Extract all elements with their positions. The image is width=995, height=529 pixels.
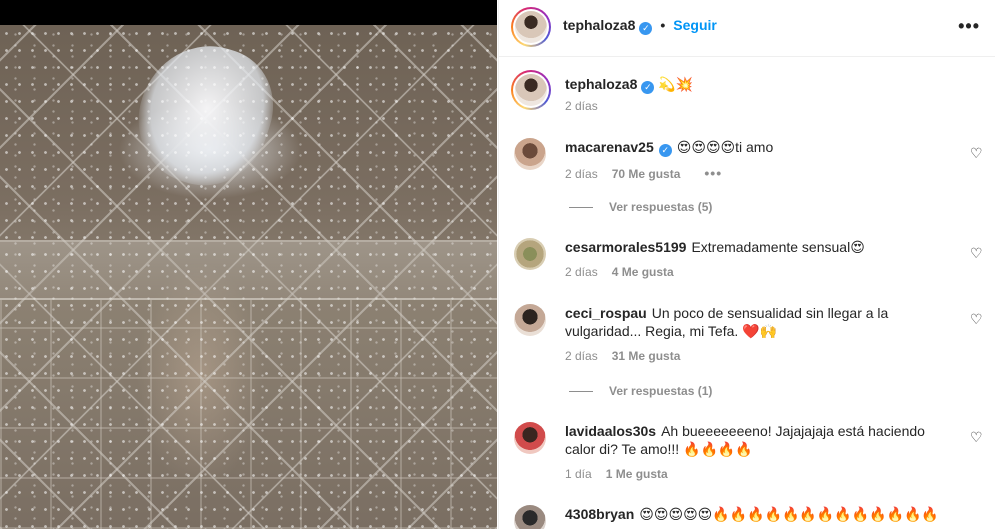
comment-likes[interactable]: 31 Me gusta	[612, 349, 681, 363]
caption-username[interactable]: tephaloza8	[565, 76, 637, 92]
view-replies-label: Ver respuestas (1)	[609, 384, 713, 398]
comment-username[interactable]: ceci_rospau	[565, 305, 647, 321]
verified-icon: ✓	[639, 22, 653, 35]
comment-avatar[interactable]	[514, 138, 546, 170]
comment-text: Extremadamente sensual😍	[691, 239, 865, 255]
author-row: tephaloza8 ✓ • Seguir	[563, 17, 717, 35]
comment-text: 😍😍😍😍😍🔥🔥🔥🔥🔥🔥🔥🔥🔥🔥🔥🔥🔥	[639, 506, 939, 522]
comment-time[interactable]: 1 día	[565, 467, 592, 481]
comment-username[interactable]: macarenav25	[565, 139, 654, 155]
like-heart-icon[interactable]: ♡	[970, 146, 984, 160]
like-heart-icon[interactable]: ♡	[970, 246, 984, 260]
post-header: tephaloza8 ✓ • Seguir •••	[499, 0, 995, 57]
caption-text-row: tephaloza8 ✓ 💫💥	[565, 76, 693, 94]
comment-meta: 2 días 4 Me gusta	[565, 265, 674, 279]
caption-text: 💫💥	[658, 76, 694, 92]
like-heart-icon[interactable]: ♡	[970, 312, 984, 326]
more-options-icon[interactable]: •••	[958, 16, 980, 37]
comment-avatar[interactable]	[514, 304, 546, 336]
comment-username[interactable]: 4308bryan	[565, 506, 634, 522]
comment-likes[interactable]: 4 Me gusta	[612, 265, 674, 279]
comment-meta: 2 días 31 Me gusta	[565, 349, 680, 363]
replies-line	[569, 391, 593, 393]
view-replies-label: Ver respuestas (5)	[609, 200, 713, 214]
caption-time[interactable]: 2 días	[565, 99, 598, 113]
like-heart-icon[interactable]: ♡	[970, 430, 984, 444]
comment-time[interactable]: 2 días	[565, 265, 598, 279]
comment-avatar[interactable]	[514, 422, 546, 454]
view-replies-button[interactable]: Ver respuestas (5)	[569, 200, 712, 214]
comment-meta: 1 día 1 Me gusta	[565, 467, 668, 481]
caption-avatar[interactable]	[511, 70, 551, 110]
author-username[interactable]: tephaloza8	[563, 17, 635, 33]
comment-body: cesarmorales5199 Extremadamente sensual😍	[565, 238, 935, 256]
comment-more-icon[interactable]: •••	[704, 165, 722, 181]
comment-time[interactable]: 2 días	[565, 167, 598, 181]
comment-time[interactable]: 2 días	[565, 349, 598, 363]
view-replies-button[interactable]: Ver respuestas (1)	[569, 384, 712, 398]
post-photo[interactable]	[0, 25, 497, 529]
droplets-overlay	[0, 25, 497, 529]
comment-username[interactable]: cesarmorales5199	[565, 239, 686, 255]
comment-body: ceci_rospau Un poco de sensualidad sin ll…	[565, 304, 935, 340]
author-avatar[interactable]	[511, 7, 551, 47]
comment-likes[interactable]: 1 Me gusta	[606, 467, 668, 481]
comment-likes[interactable]: 70 Me gusta	[612, 167, 681, 181]
comment-body: lavidaalos30s Ah bueeeeeeeno! Jajajajaja …	[565, 422, 935, 458]
comment-meta: 2 días 70 Me gusta •••	[565, 165, 722, 181]
comment-body: macarenav25 ✓ 😍😍😍😍ti amo	[565, 138, 935, 157]
comment-text: 😍😍😍😍ti amo	[676, 139, 774, 155]
verified-icon: ✓	[641, 81, 655, 94]
replies-line	[569, 207, 593, 209]
separator-dot: •	[660, 17, 666, 33]
follow-button[interactable]: Seguir	[673, 17, 717, 33]
comment-username[interactable]: lavidaalos30s	[565, 423, 656, 439]
comment-body: 4308bryan 😍😍😍😍😍🔥🔥🔥🔥🔥🔥🔥🔥🔥🔥🔥🔥🔥	[565, 505, 985, 523]
comment-avatar[interactable]	[514, 505, 546, 529]
comment-avatar[interactable]	[514, 238, 546, 270]
verified-icon: ✓	[658, 144, 672, 157]
post-side-panel: tephaloza8 ✓ • Seguir ••• tephaloza8 ✓ 💫💥 2 …	[498, 0, 995, 529]
post-media	[0, 0, 497, 529]
